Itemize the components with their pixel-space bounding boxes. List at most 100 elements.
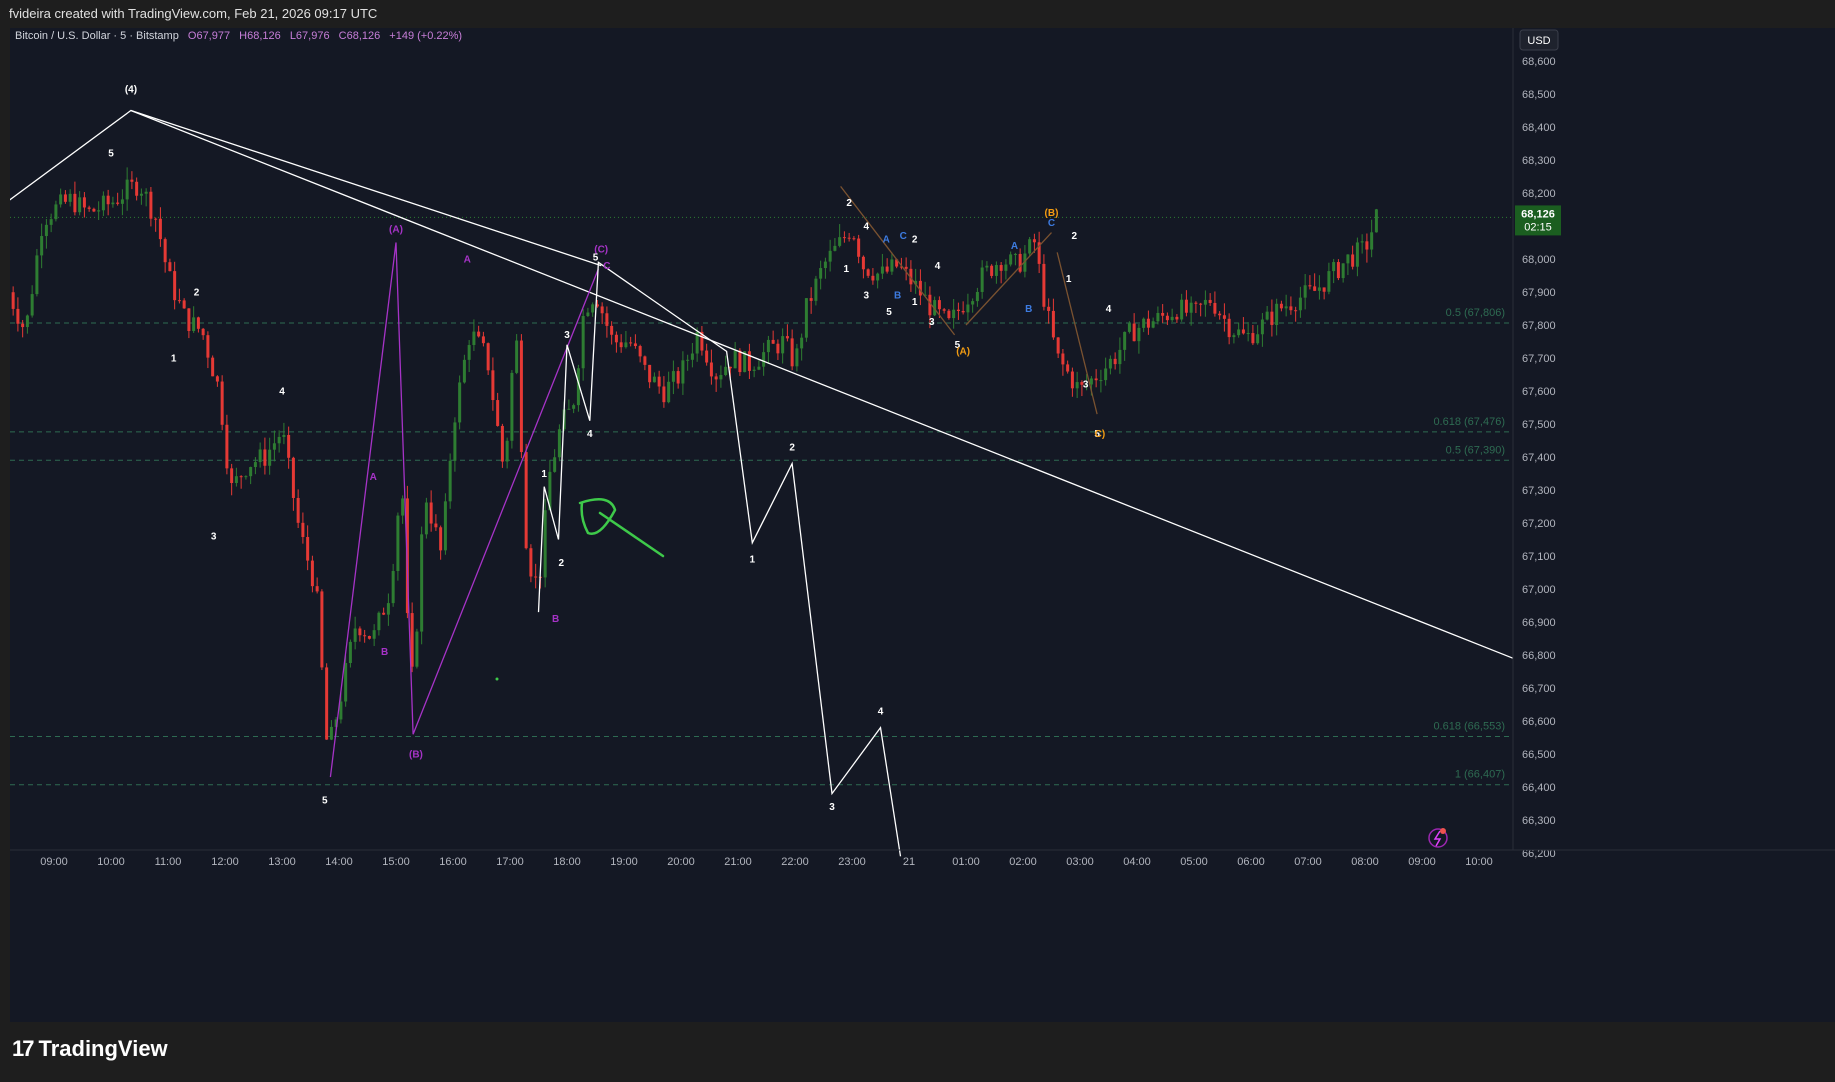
time-tick-label: 09:00 — [1408, 856, 1436, 868]
candle-body — [1227, 318, 1231, 338]
candle-body — [719, 375, 723, 380]
candle-body — [648, 364, 652, 383]
candle-body — [1332, 262, 1336, 272]
svg-text:Bitcoin / U.S. Dollar · 5 · Bi: Bitcoin / U.S. Dollar · 5 · Bitstamp O67… — [15, 30, 462, 42]
candle-body — [21, 323, 25, 328]
candle-body — [258, 449, 262, 463]
wave-label: 3 — [929, 317, 935, 328]
candle-body — [49, 219, 53, 225]
candle-body — [866, 269, 870, 276]
candle-body — [1341, 263, 1345, 279]
candle-body — [709, 362, 713, 377]
wave-label: 1 — [171, 353, 177, 364]
candle-body — [1127, 323, 1131, 332]
wave-label: A — [370, 472, 377, 483]
candle-body — [1237, 329, 1241, 336]
candle-body — [980, 267, 984, 292]
candle-body — [196, 317, 200, 329]
candle-body — [11, 292, 15, 309]
candle-body — [852, 238, 856, 240]
time-tick-label: 08:00 — [1351, 856, 1379, 868]
candle-body — [78, 197, 82, 213]
candle-body — [605, 313, 609, 326]
candle-body — [567, 408, 571, 410]
symbol-legend: Bitcoin / U.S. Dollar · 5 · Bitstamp O67… — [15, 30, 462, 42]
candle-body — [971, 301, 975, 305]
candle-body — [885, 266, 889, 272]
candle-body — [40, 236, 44, 256]
candle-body — [1066, 364, 1070, 372]
candle-body — [367, 636, 371, 639]
time-tick-label: 17:00 — [496, 856, 524, 868]
time-tick-label: 16:00 — [439, 856, 467, 868]
currency-button[interactable]: USD — [1519, 29, 1559, 51]
time-tick-label: 21:00 — [724, 856, 752, 868]
price-tick-label: 67,800 — [1522, 320, 1556, 332]
price-tick-label: 67,700 — [1522, 353, 1556, 365]
price-chart[interactable]: 0.5 (67,806) 0.618 (67,476) 0.5 (67,390) 0.… — [5, 28, 1835, 1022]
candle-body — [458, 382, 462, 423]
fib-level-label: 1 (66,407) — [1455, 769, 1505, 781]
candle-body — [467, 345, 471, 360]
candle-body — [372, 630, 376, 639]
wave-label: 5 — [108, 149, 114, 160]
wave-label: A — [883, 235, 890, 246]
candle-body — [1180, 299, 1184, 320]
candle-body — [671, 371, 675, 382]
candle-body — [1374, 209, 1378, 233]
time-tick-label: 11:00 — [155, 856, 182, 868]
wave-label: (B) — [409, 749, 423, 760]
lightning-icon[interactable] — [1428, 828, 1448, 848]
candle-body — [1104, 368, 1108, 381]
fib-level-label: 0.618 (66,553) — [1433, 721, 1505, 733]
candle-body — [391, 571, 395, 604]
candle-body — [619, 342, 623, 348]
price-tick-label: 66,800 — [1522, 650, 1556, 662]
candle-body — [97, 210, 101, 212]
wave-label: 3 — [564, 330, 570, 341]
wave-label: C — [1048, 218, 1055, 229]
candle-body — [904, 266, 908, 269]
candle-body — [1298, 297, 1302, 311]
candle-body — [1284, 306, 1288, 309]
candle-body — [686, 359, 690, 361]
candle-body — [168, 262, 172, 272]
candle-body — [1175, 316, 1179, 320]
candle-body — [1146, 318, 1150, 328]
candle-body — [1279, 303, 1283, 309]
candle-body — [44, 224, 48, 237]
candle-body — [572, 405, 576, 409]
wave-label: A — [464, 254, 471, 265]
tradingview-logo[interactable]: 17 TradingView — [12, 1036, 168, 1062]
candle-body — [757, 366, 761, 370]
candle-body — [401, 498, 405, 516]
last-price-value: 68,126 — [1521, 208, 1555, 220]
candle-body — [282, 434, 286, 437]
candle-body — [120, 199, 124, 204]
wave-label: 5 — [322, 796, 328, 807]
wave-path-brown-2 — [965, 232, 1052, 326]
candle-body — [1275, 303, 1279, 326]
candle-body — [581, 315, 585, 369]
candle-body — [329, 726, 333, 740]
low-value: L67,976 — [290, 30, 330, 42]
candle-body — [733, 350, 737, 369]
price-tick-label: 66,300 — [1522, 815, 1556, 827]
candle-body — [1004, 264, 1008, 271]
wave-label: 1 — [749, 555, 755, 566]
candle-body — [890, 259, 894, 272]
candle-body — [643, 356, 647, 365]
candle-body — [804, 298, 808, 338]
wave-label: 4 — [878, 706, 884, 717]
candle-body — [1151, 321, 1155, 328]
candle-body — [1213, 302, 1217, 314]
candle-body — [657, 376, 661, 387]
fibonacci-levels: 0.5 (67,806) 0.618 (67,476) 0.5 (67,390) 0.… — [10, 307, 1513, 786]
chart-area[interactable]: 0.5 (67,806) 0.618 (67,476) 0.5 (67,390) 0.… — [5, 28, 1835, 1022]
price-tick-label: 68,200 — [1522, 188, 1556, 200]
wave-label: 1 — [541, 469, 547, 480]
time-tick-label: 15:00 — [382, 856, 410, 868]
wave-label: 5 — [886, 307, 892, 318]
candle-body — [1222, 315, 1226, 319]
candle-body — [424, 502, 428, 535]
